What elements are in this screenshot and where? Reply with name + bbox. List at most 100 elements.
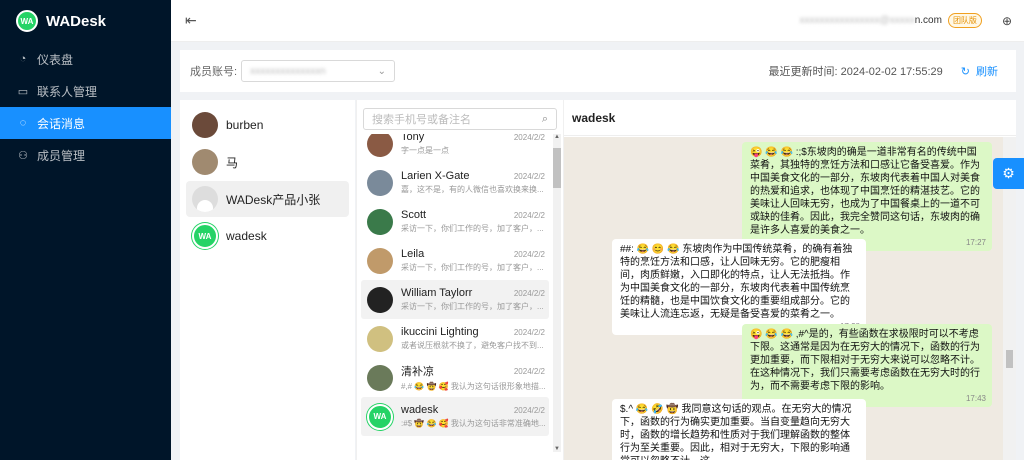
message-time: 17:27	[965, 238, 986, 247]
conversation-name: Larien X-Gate	[401, 170, 470, 182]
conversation-body: 清补凉 2024/2/2 #,# 😂 🤠 🥰 我认为这句话很形象地描...	[401, 363, 549, 392]
menu-item-label: 成员管理	[37, 148, 86, 163]
refresh-button[interactable]: ↻ 刷新	[961, 63, 998, 79]
member-account-label: 成员账号:	[190, 66, 238, 78]
menu-item-contacts[interactable]: ▭ 联系人管理	[0, 75, 171, 107]
conversation-body: Scott 2024/2/2 采访一下，你们工作的号，加了客户，...	[401, 209, 549, 234]
logo[interactable]: WA WADesk	[0, 0, 171, 42]
conversation-snippet: :#$ 🤠 😂 🥰 我认为这句话非常准确地...	[401, 419, 546, 428]
conversation-item[interactable]: Leila 2024/2/2 采访一下，你们工作的号，加了客户，...	[361, 241, 549, 280]
last-update-value: 2024-02-02 17:55:29	[840, 66, 943, 78]
conversation-item[interactable]: 清补凉 2024/2/2 #,# 😂 🤠 🥰 我认为这句话很形象地描...	[361, 358, 549, 397]
conversation-item[interactable]: Scott 2024/2/2 采访一下，你们工作的号，加了客户，...	[361, 202, 549, 241]
avatar	[367, 169, 393, 196]
account-item[interactable]: WADesk产品小张	[186, 181, 349, 217]
settings-button[interactable]: ⚙	[993, 158, 1024, 189]
top-header: ⇤ xxxxxxxxxxxxxxxx@xxxxxn.com 团队版 ⊕	[171, 0, 1024, 42]
language-globe-icon[interactable]: ⊕	[1002, 14, 1012, 28]
conversation-snippet: 或者说压根就不换了，避免客户找不到...	[401, 341, 544, 350]
search-icon[interactable]: ⌕	[542, 113, 548, 126]
conversation-body: Larien X-Gate 2024/2/2 嘉，这不是，有的人微信也喜欢换来换..…	[401, 170, 549, 195]
conversation-header-row: Tony 2024/2/2	[401, 134, 549, 143]
chat-title: wadesk	[564, 100, 1016, 136]
avatar	[367, 364, 393, 391]
avatar	[367, 325, 393, 352]
menu-item-members[interactable]: ⚇ 成员管理	[0, 139, 171, 171]
conversation-body: William Taylorr 2024/2/2 采访一下，你们工作的号，加了客户，…	[401, 287, 549, 312]
wadesk-logo-icon: WA	[16, 10, 38, 32]
contacts-icon: ▭	[17, 85, 29, 98]
conversation-header-row: Leila 2024/2/2	[401, 248, 549, 260]
account-item[interactable]: 马	[186, 144, 349, 180]
avatar	[367, 208, 393, 235]
member-account-select[interactable]: xxxxxxxxxxxxxxn ⌄	[241, 60, 396, 82]
message-area: 😜 😂 😂 :;$东坡肉的确是一道非常有名的传统中国菜肴，其独特的烹饪方法和口感…	[564, 137, 1004, 460]
refresh-label: 刷新	[976, 66, 998, 78]
members-icon: ⚇	[18, 149, 28, 162]
scrollbar-thumb[interactable]	[553, 148, 561, 188]
chat-panel: wadesk 😜 😂 😂 :;$东坡肉的确是一道非常有名的传统中国菜肴，其独特的…	[563, 100, 1016, 460]
account-item[interactable]: burben	[186, 107, 349, 143]
account-email-visible: n.com	[914, 15, 942, 26]
message-bubble-outgoing: 😜 😂 😂 :;$东坡肉的确是一道非常有名的传统中国菜肴，其独特的烹饪方法和口感…	[742, 142, 992, 251]
conversation-item[interactable]: WA wadesk 2024/2/2:#$ 🤠 😂 🥰 我认为这句话非常准确地...	[361, 397, 549, 436]
conversation-item[interactable]: William Taylorr 2024/2/2 采访一下，你们工作的号，加了客户，…	[361, 280, 549, 319]
menu-item-label: 仪表盘	[37, 52, 74, 67]
conversation-date: 2024/2/2	[513, 171, 545, 181]
message-bubble-incoming: $.^ 😂 🤣 🤠 我同意这句话的观点。在无穷大的情况下，函数的行为确实更加重要…	[612, 399, 866, 460]
wadesk-logo-icon: WA	[367, 403, 393, 430]
dashboard-icon: ◔	[19, 53, 27, 65]
avatar	[367, 134, 393, 157]
account-email-hidden: xxxxxxxxxxxxxxxx@xxxxx	[799, 15, 915, 26]
conversation-item[interactable]: ikuccini Lighting 2024/2/2 或者说压根就不换了，避免客户找…	[361, 319, 549, 358]
conversation-container: Tony 2024/2/2 字一点是一点 Larien X-Gate 2024/2/2 嘉…	[357, 134, 553, 436]
conversation-body: wadesk 2024/2/2:#$ 🤠 😂 🥰 我认为这句话非常准确地...	[401, 404, 549, 429]
conversation-date: 2024/2/2	[513, 210, 545, 220]
menu-item-chat[interactable]: ◌ 会话消息	[0, 107, 171, 139]
conversation-header-row: Scott 2024/2/2	[401, 209, 549, 221]
conversation-date: 2024/2/2	[513, 249, 545, 259]
sidebar: WA WADesk ◔ 仪表盘 ▭ 联系人管理 ◌ 会话消息 ⚇ 成员管理	[0, 0, 171, 460]
conversation-name: Leila	[401, 248, 425, 260]
search-input[interactable]: 搜索手机号或备注名 ⌕	[363, 108, 557, 130]
message-text: 😜 😂 😂 ,#^是的，有些函数在求极限时可以不考虑下限。这通常是因为在无穷大的…	[750, 329, 980, 392]
scrollbar-thumb[interactable]	[1006, 350, 1013, 368]
menu-item-dashboard[interactable]: ◔ 仪表盘	[0, 43, 171, 75]
account-email[interactable]: xxxxxxxxxxxxxxxx@xxxxxn.com	[800, 15, 942, 26]
avatar	[367, 286, 393, 313]
scroll-down-icon[interactable]: ▼	[553, 446, 561, 452]
account-item[interactable]: WA wadesk	[186, 218, 349, 254]
member-account-value: xxxxxxxxxxxxxxn	[250, 65, 326, 77]
conversation-snippet: 嘉，这不是，有的人微信也喜欢换来换...	[401, 185, 544, 194]
menu-item-label: 会话消息	[37, 116, 86, 131]
default-avatar-icon	[192, 186, 218, 212]
conversation-item[interactable]: Larien X-Gate 2024/2/2 嘉，这不是，有的人微信也喜欢换来换..…	[361, 163, 549, 202]
gear-icon: ⚙	[1002, 165, 1015, 181]
conversation-date: 2024/2/2	[513, 366, 545, 376]
conversation-header-row: ikuccini Lighting 2024/2/2	[401, 326, 549, 338]
scroll-up-icon[interactable]: ▲	[553, 134, 561, 140]
conversation-snippet: 采访一下，你们工作的号，加了客户，...	[401, 224, 544, 233]
message-bubble-outgoing: 😜 😂 😂 ,#^是的，有些函数在求极限时可以不考虑下限。这通常是因为在无穷大的…	[742, 324, 992, 407]
conversation-item[interactable]: Tony 2024/2/2 字一点是一点	[361, 134, 549, 163]
message-text: 😜 😂 😂 :;$东坡肉的确是一道非常有名的传统中国菜肴，其独特的烹饪方法和口感…	[750, 147, 980, 236]
collapse-menu-icon[interactable]: ⇤	[185, 12, 197, 29]
account-name: WADesk产品小张	[226, 192, 321, 207]
message-bubble-incoming: ##: 😂 😊 😂 东坡肉作为中国传统菜肴，的确有着独特的烹饪方法和口感，让人回…	[612, 239, 866, 335]
conversation-body: Leila 2024/2/2 采访一下，你们工作的号，加了客户，...	[401, 248, 549, 273]
conversation-name: Tony	[401, 134, 425, 143]
last-update: 最近更新时间: 2024-02-02 17:55:29	[769, 63, 943, 79]
message-text: ##: 😂 😊 😂 东坡肉作为中国传统菜肴，的确有着独特的烹饪方法和口感，让人回…	[620, 244, 853, 320]
app-name: WADesk	[46, 12, 107, 30]
conversation-header-row: William Taylorr 2024/2/2	[401, 287, 549, 299]
conversation-date: 2024/2/2	[513, 405, 545, 415]
conversation-name: Scott	[401, 209, 427, 221]
account-name: burben	[226, 118, 264, 132]
last-update-label: 最近更新时间:	[768, 66, 838, 78]
avatar	[367, 247, 393, 274]
conversation-scrollbar[interactable]: ▲ ▼	[553, 134, 561, 452]
conversation-snippet: 采访一下，你们工作的号，加了客户，...	[401, 302, 544, 311]
sidebar-menu: ◔ 仪表盘 ▭ 联系人管理 ◌ 会话消息 ⚇ 成员管理	[0, 43, 171, 171]
account-name: wadesk	[226, 229, 267, 243]
conversation-date: 2024/2/2	[513, 134, 545, 142]
